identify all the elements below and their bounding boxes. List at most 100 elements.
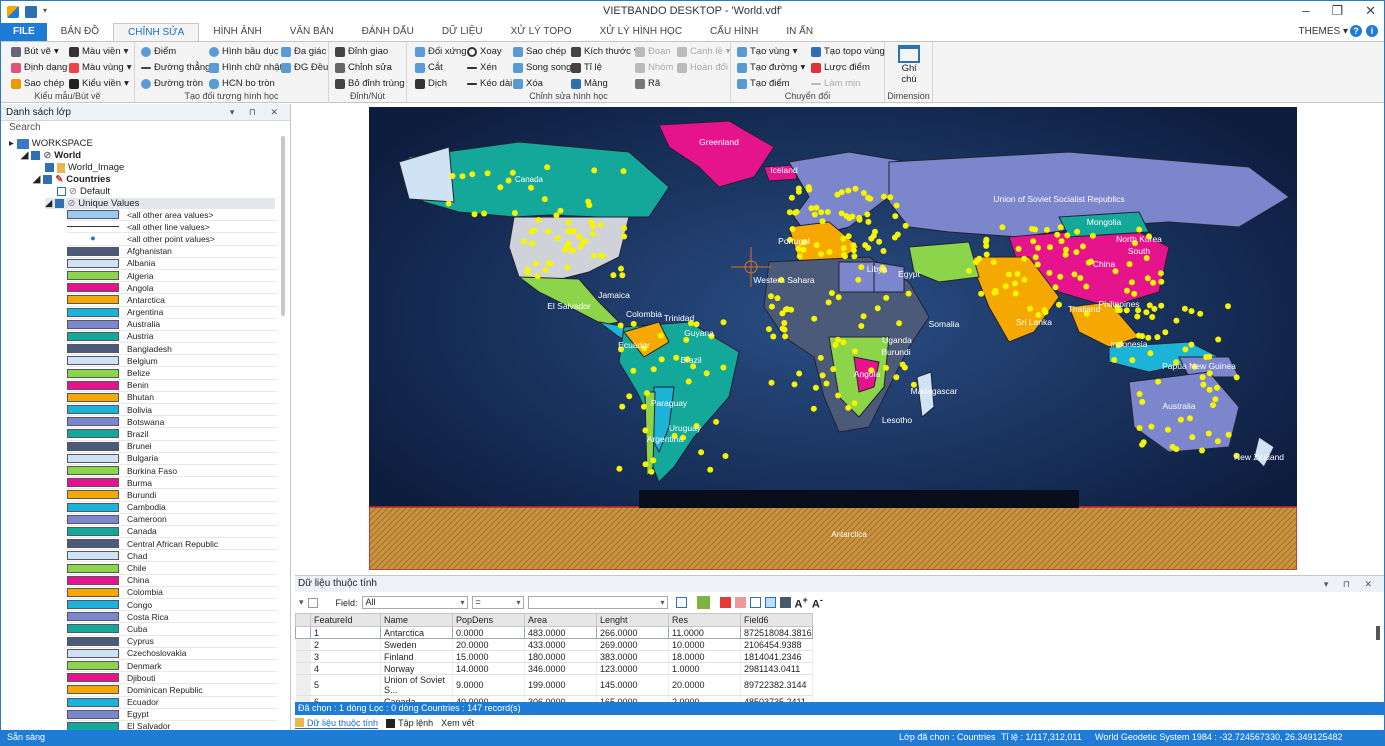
city-point[interactable]: [858, 323, 865, 329]
city-point[interactable]: [591, 167, 598, 174]
city-point[interactable]: [808, 205, 815, 212]
city-point[interactable]: [781, 320, 788, 326]
city-point[interactable]: [1205, 430, 1212, 437]
city-point[interactable]: [976, 255, 983, 262]
doi-xung-button[interactable]: Đối xứng: [415, 46, 467, 57]
tree-workspace[interactable]: ▸ WORKSPACE: [9, 138, 93, 149]
city-point[interactable]: [796, 253, 803, 260]
tab-hinh-anh[interactable]: HÌNH ẢNH: [199, 23, 275, 41]
city-point[interactable]: [840, 245, 847, 252]
city-point[interactable]: [1200, 381, 1207, 388]
city-point[interactable]: [860, 190, 867, 196]
city-point[interactable]: [521, 238, 528, 245]
select-icon[interactable]: [719, 597, 731, 608]
city-point[interactable]: [1199, 447, 1205, 454]
city-point[interactable]: [557, 207, 564, 214]
city-point[interactable]: [813, 204, 820, 211]
city-point[interactable]: [1140, 439, 1147, 446]
city-point[interactable]: [1199, 374, 1206, 381]
city-point[interactable]: [1058, 238, 1065, 245]
legend-item[interactable]: Chad: [67, 550, 277, 563]
city-point[interactable]: [1073, 249, 1080, 256]
legend-item[interactable]: Albania: [67, 258, 277, 270]
city-point[interactable]: [852, 185, 859, 192]
kich-thuoc-button[interactable]: Kích thước ▾: [571, 46, 639, 57]
city-point[interactable]: [823, 380, 830, 387]
city-point[interactable]: [589, 223, 596, 230]
city-point[interactable]: [818, 209, 825, 216]
help-icon[interactable]: ?: [1350, 25, 1362, 37]
city-point[interactable]: [619, 403, 626, 410]
city-point[interactable]: [1052, 284, 1059, 291]
tab-file[interactable]: FILE: [1, 23, 47, 41]
city-point[interactable]: [1034, 261, 1041, 268]
city-point[interactable]: [788, 306, 795, 313]
city-point[interactable]: [545, 228, 551, 235]
city-point[interactable]: [642, 461, 649, 468]
city-point[interactable]: [1126, 261, 1133, 268]
city-point[interactable]: [1188, 341, 1195, 348]
city-point[interactable]: [722, 453, 729, 459]
table-cell[interactable]: 1.0000: [668, 662, 741, 675]
table-cell[interactable]: 18.0000: [668, 650, 741, 663]
legend-item[interactable]: Cuba: [67, 623, 277, 636]
city-point[interactable]: [893, 374, 900, 381]
city-point[interactable]: [1015, 245, 1022, 252]
table-cell[interactable]: 872518084.3816: [740, 626, 813, 639]
city-point[interactable]: [673, 354, 680, 361]
table-cell[interactable]: 180.0000: [524, 650, 597, 663]
city-point[interactable]: [541, 196, 548, 203]
city-point[interactable]: [1077, 275, 1084, 281]
city-point[interactable]: [1214, 438, 1221, 445]
legend-item[interactable]: Austria: [67, 331, 277, 344]
table-cell[interactable]: 1: [310, 626, 381, 639]
clear-filter-icon[interactable]: [307, 597, 318, 608]
city-point[interactable]: [528, 184, 534, 191]
bo-dinh-trung-button[interactable]: Bỏ đỉnh trùng: [335, 78, 405, 89]
tree-world[interactable]: ◢ ⊘ World: [21, 150, 81, 161]
table-cell[interactable]: Union of Soviet S...: [380, 674, 453, 696]
city-point[interactable]: [858, 264, 865, 271]
city-point[interactable]: [817, 354, 824, 361]
map-canvas[interactable]: Greenland Iceland Union of Soviet Socialis…: [369, 107, 1297, 570]
col-popdens[interactable]: PopDens: [452, 613, 525, 627]
table-cell[interactable]: 123.0000: [596, 662, 669, 675]
city-point[interactable]: [459, 173, 466, 180]
city-point[interactable]: [1173, 446, 1180, 453]
city-point[interactable]: [1046, 269, 1053, 276]
table-row[interactable]: 4 Norway 14.0000 346.0000 123.0000 1.0000 2981…: [295, 662, 813, 675]
city-point[interactable]: [707, 466, 714, 473]
city-point[interactable]: [766, 326, 772, 333]
city-point[interactable]: [1021, 255, 1028, 262]
city-point[interactable]: [529, 240, 536, 247]
city-point[interactable]: [1206, 386, 1213, 393]
city-point[interactable]: [589, 230, 596, 237]
export-icon[interactable]: [779, 597, 791, 608]
tab-du-lieu[interactable]: DỮ LIỆU: [428, 23, 497, 41]
city-point[interactable]: [1150, 279, 1157, 286]
tab-chinh-sua[interactable]: CHỈNH SỬA: [113, 23, 200, 41]
city-point[interactable]: [789, 226, 796, 232]
city-point[interactable]: [1139, 398, 1146, 405]
table-cell[interactable]: 145.0000: [596, 674, 669, 696]
city-point[interactable]: [1014, 271, 1021, 277]
city-point[interactable]: [1035, 244, 1041, 251]
city-point[interactable]: [768, 293, 774, 300]
table-cell[interactable]: Antarctica: [380, 626, 453, 639]
city-point[interactable]: [1181, 305, 1188, 312]
city-point[interactable]: [531, 227, 537, 234]
city-point[interactable]: [640, 403, 647, 410]
city-point[interactable]: [1182, 346, 1189, 353]
city-point[interactable]: [1206, 353, 1213, 360]
ra-button[interactable]: Rã: [635, 78, 660, 89]
kieu-vien-button[interactable]: Kiểu viền ▾: [69, 78, 129, 89]
legend-item[interactable]: Cameroon: [67, 514, 277, 526]
table-row[interactable]: 1 Antarctica 0.0000 483.0000 266.0000 11.0000…: [295, 626, 813, 639]
col-res[interactable]: Res: [668, 613, 741, 627]
dg-deu-button[interactable]: ĐG Đều: [281, 62, 328, 73]
canh-le-button[interactable]: Canh lề ▾: [677, 46, 731, 57]
city-point[interactable]: [1144, 275, 1151, 282]
city-point[interactable]: [497, 184, 504, 191]
city-point[interactable]: [1210, 402, 1216, 409]
city-point[interactable]: [786, 209, 793, 216]
